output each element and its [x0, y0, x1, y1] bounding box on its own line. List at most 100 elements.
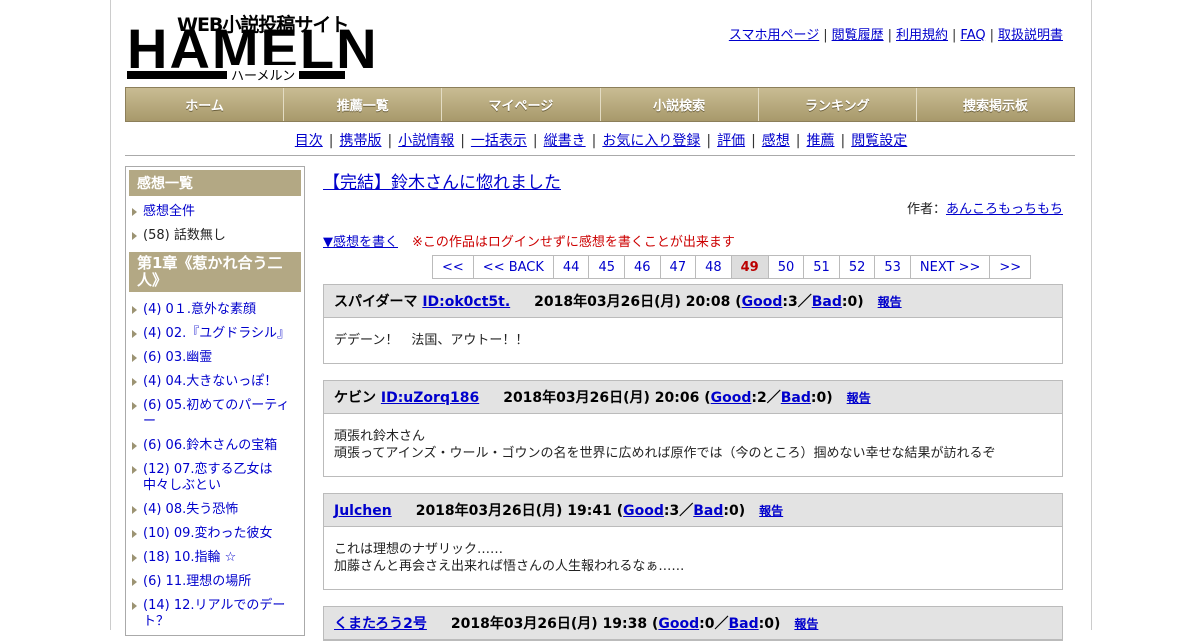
triangle-bullet-icon [132, 330, 137, 338]
review-line: 頑張ってアインズ・ウール・ゴウンの名を世界に広めれば原作では（今のところ）掴めな… [334, 446, 996, 461]
review-header: スパイダーマ ID:ok0ct5t. 2018年03月26日(月) 20:08 (… [324, 285, 1062, 318]
triangle-bullet-icon [132, 602, 137, 610]
logo-katakana: ハーメルン [227, 65, 300, 84]
review-list: スパイダーマ ID:ok0ct5t. 2018年03月26日(月) 20:08 (… [323, 284, 1063, 641]
sidebar-episode-item[interactable]: (12) 07.恋する乙女は中々しぶとい [129, 458, 301, 498]
good-count: 2 [757, 390, 767, 406]
pager-link[interactable]: << [432, 255, 474, 279]
sidebar-chapter-title: 第1章《惹かれ合う二人》 [129, 252, 301, 292]
pager-link[interactable]: 53 [874, 255, 911, 279]
sidebar-episode-item[interactable]: (6) 05.初めてのパーティー [129, 394, 301, 434]
review-date: 2018年03月26日(月) 20:06 [503, 390, 700, 406]
pager-link[interactable]: >> [989, 255, 1032, 279]
report-link[interactable]: 報告 [794, 617, 818, 631]
sidebar-episode-item[interactable]: (4) 02.『ユグドラシル』 [129, 322, 301, 346]
review-body: これは理想のナザリック…… 加藤さんと再会さえ出来れば悟さんの人生報われるなぁ…… [324, 527, 1062, 589]
sidebar-episode-item[interactable]: (10) 09.変わった彼女 [129, 522, 301, 546]
bad-link[interactable]: Bad [781, 390, 811, 406]
triangle-bullet-icon [132, 442, 137, 450]
sub-link-mobile[interactable]: 携帯版 [339, 133, 381, 149]
bad-count: 0 [729, 503, 739, 519]
report-link[interactable]: 報告 [878, 295, 902, 309]
pager-link[interactable]: 46 [624, 255, 661, 279]
sub-link-rating[interactable]: 評価 [717, 133, 745, 149]
sidebar-episode-item[interactable]: (18) 10.指輪 ☆ [129, 546, 301, 570]
author-line: 作者：あんころもっちもち [906, 202, 1063, 217]
top-link-faq[interactable]: FAQ [960, 28, 985, 43]
nav-mypage[interactable]: マイページ [442, 88, 601, 121]
triangle-bullet-icon [132, 506, 137, 514]
pager-link[interactable]: 48 [695, 255, 732, 279]
sub-link-vertical[interactable]: 縦書き [544, 133, 586, 149]
top-link-history[interactable]: 閲覧履歴 [832, 28, 884, 43]
sidebar-item: (58) 話数無し [129, 224, 301, 248]
pager-link[interactable]: 45 [588, 255, 625, 279]
nav-recommendations[interactable]: 推薦一覧 [284, 88, 443, 121]
pager-link[interactable]: 47 [659, 255, 697, 279]
novel-title[interactable]: 【完結】鈴木さんに惚れました [323, 173, 561, 193]
report-link[interactable]: 報告 [759, 504, 783, 518]
review-date: 2018年03月26日(月) 19:41 [415, 503, 612, 519]
nav-board[interactable]: 捜索掲示板 [916, 88, 1075, 121]
top-link-terms[interactable]: 利用規約 [896, 28, 948, 43]
reviewer-name: ケビン [334, 390, 376, 406]
reviewer-id[interactable]: ID:uZorq186 [381, 390, 479, 406]
sidebar-episode-item[interactable]: (4) 0１.意外な素顔 [129, 298, 301, 322]
write-review-row: ▼感想を書く ※この作品はログインせずに感想を書くことが出来ます [323, 231, 1063, 250]
nav-search[interactable]: 小説検索 [600, 88, 759, 121]
sub-link-all[interactable]: 一括表示 [471, 133, 527, 149]
sub-link-settings[interactable]: 閲覧設定 [851, 133, 907, 149]
sidebar-episode-item[interactable]: (4) 08.失う恐怖 [129, 498, 301, 522]
reviewer-name[interactable]: Julchen [334, 503, 392, 519]
good-link[interactable]: Good [623, 503, 664, 519]
sidebar: 感想一覧 感想全件 (58) 話数無し 第1章《惹かれ合う二人》 (4) 0１.… [125, 166, 305, 636]
bad-link[interactable]: Bad [693, 503, 723, 519]
reviewer-id[interactable]: ID:ok0ct5t. [422, 294, 510, 310]
sub-link-favorite[interactable]: お気に入り登録 [602, 133, 700, 149]
site-logo[interactable]: WEB小説投稿サイト HAMELN ハーメルン [127, 10, 377, 84]
main-content: 【完結】鈴木さんに惚れました 作者：あんころもっちもち ▼感想を書く ※この作品は… [323, 166, 1063, 641]
sub-link-toc[interactable]: 目次 [295, 133, 323, 149]
pagination: << << BACK 44 45 46 47 48 49 50 51 52 53 NEXT >> >> [432, 255, 1063, 279]
triangle-bullet-icon [132, 402, 137, 410]
triangle-bullet-icon [132, 208, 137, 216]
triangle-bullet-icon [132, 466, 137, 474]
review-line: これは理想のナザリック…… [334, 542, 504, 557]
sidebar-episode-item[interactable]: (4) 04.大きないっぽ！ [129, 370, 301, 394]
pager-link[interactable]: << BACK [472, 255, 554, 279]
triangle-bullet-icon [132, 578, 137, 586]
write-review-link[interactable]: ▼感想を書く [323, 235, 398, 250]
review-header: ケビン ID:uZorq186 2018年03月26日(月) 20:06 (Goo… [324, 381, 1062, 414]
good-count: 3 [669, 503, 680, 519]
triangle-bullet-icon [132, 354, 137, 362]
sidebar-episode-list: (4) 0１.意外な素顔 (4) 02.『ユグドラシル』 (6) 03.幽霊 (4) … [129, 298, 301, 634]
report-link[interactable]: 報告 [847, 391, 871, 405]
review-item: スパイダーマ ID:ok0ct5t. 2018年03月26日(月) 20:08 (… [323, 284, 1063, 364]
sidebar-episode-item[interactable]: (6) 03.幽霊 [129, 346, 301, 370]
sidebar-item[interactable]: 感想全件 [129, 200, 301, 224]
sub-link-recommend[interactable]: 推薦 [807, 133, 835, 149]
triangle-bullet-icon [132, 554, 137, 562]
pager-link[interactable]: 50 [767, 255, 805, 279]
main-nav: ホーム 推薦一覧 マイページ 小説検索 ランキング 捜索掲示板 [125, 87, 1075, 122]
author-link[interactable]: あんころもっちもち [946, 202, 1063, 217]
bad-link[interactable]: Bad [812, 294, 842, 310]
top-link-smartphone[interactable]: スマホ用ページ [729, 28, 819, 43]
nav-home[interactable]: ホーム [126, 88, 285, 121]
sub-link-info[interactable]: 小説情報 [398, 133, 454, 149]
sidebar-episode-item[interactable]: (6) 06.鈴木さんの宝箱 [129, 434, 301, 458]
nav-ranking[interactable]: ランキング [758, 88, 917, 121]
pager-link[interactable]: 52 [838, 255, 876, 279]
review-line: 頑張れ鈴木さん [334, 429, 426, 444]
pager-link[interactable]: 51 [803, 255, 840, 279]
good-link[interactable]: Good [742, 294, 783, 310]
top-link-manual[interactable]: 取扱説明書 [998, 28, 1063, 43]
divider [125, 155, 1075, 156]
triangle-bullet-icon [132, 378, 137, 386]
good-link[interactable]: Good [711, 390, 752, 406]
sub-link-reviews[interactable]: 感想 [762, 133, 790, 149]
sidebar-episode-item[interactable]: (14) 12.リアルでのデート？ [129, 594, 301, 634]
pager-link[interactable]: NEXT >> [909, 255, 991, 279]
pager-link[interactable]: 44 [552, 255, 590, 279]
sidebar-episode-item[interactable]: (6) 11.理想の場所 [129, 570, 301, 594]
